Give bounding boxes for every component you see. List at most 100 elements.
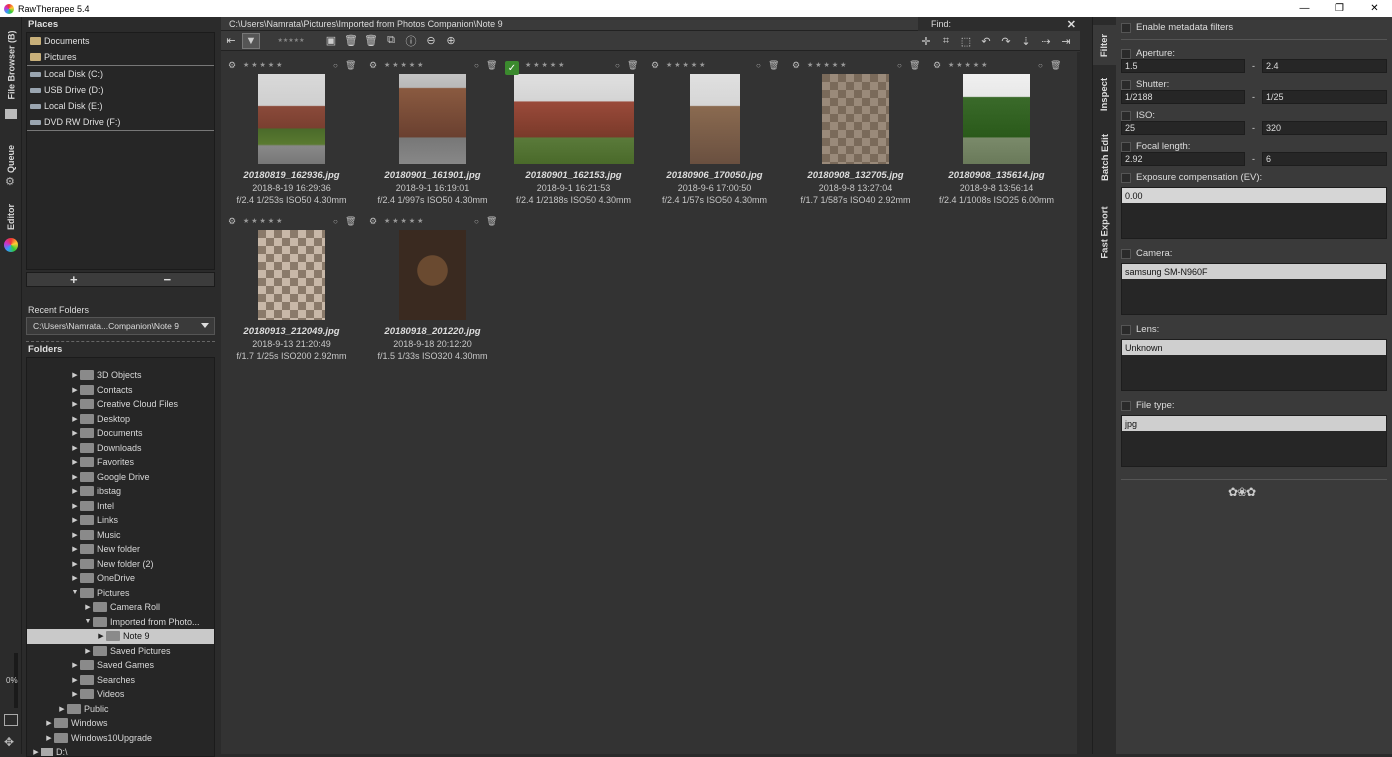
folder-tree-item[interactable]: ▶ ibstag — [27, 484, 214, 499]
shutter-to-field[interactable]: 1/25 — [1262, 90, 1387, 104]
settings-icon[interactable]: ⚙ — [228, 60, 236, 71]
camera-value[interactable]: samsung SM-N960F — [1122, 264, 1386, 279]
thumbnail-image[interactable] — [258, 74, 325, 164]
lens-checkbox[interactable] — [1121, 324, 1131, 335]
collapsed-arrow-icon[interactable]: ▶ — [70, 676, 80, 684]
collapse-right-icon[interactable]: ⇥ — [1057, 33, 1075, 49]
iso-to-field[interactable]: 320 — [1262, 121, 1387, 135]
drive-d[interactable]: USB Drive (D:) — [27, 82, 214, 98]
recent-folders-select[interactable]: C:\Users\Namrata...Companion\Note 9 — [26, 317, 215, 335]
expanded-arrow-icon[interactable]: ▼ — [83, 618, 93, 625]
collapsed-arrow-icon[interactable]: ▶ — [70, 560, 80, 568]
thumbnail[interactable]: ⚙ ★★★★★ ○ 🗑 20180918_201220.jpg 2018-9-18 20:… — [362, 215, 503, 370]
collapsed-arrow-icon[interactable]: ▶ — [70, 415, 80, 423]
collapsed-arrow-icon[interactable]: ▶ — [96, 632, 106, 640]
rating-stars[interactable]: ★★★★★ — [243, 61, 284, 69]
console-icon[interactable] — [4, 714, 18, 726]
thumbnail[interactable]: ⚙ ★★★★★ ○ 🗑 20180906_170050.jpg 2018-9-6 17:0… — [644, 59, 785, 214]
color-label-icon[interactable]: ○ — [756, 61, 761, 70]
trash-show-icon[interactable]: 🗑 — [362, 33, 380, 49]
folder-tree-item[interactable]: ▼ Imported from Photo... — [27, 615, 214, 630]
collapsed-arrow-icon[interactable]: ▶ — [70, 574, 80, 582]
folder-tree-item[interactable]: ▶ Camera Roll — [27, 600, 214, 615]
tab-file-browser[interactable]: File Browser (B) — [0, 25, 22, 105]
settings-icon[interactable]: ⚙ — [792, 60, 800, 71]
trash-icon[interactable]: 🗑 — [345, 216, 356, 227]
focal-length-checkbox[interactable] — [1121, 141, 1131, 152]
trash-icon[interactable]: 🗑 — [486, 216, 497, 227]
settings-icon[interactable]: ⚙ — [933, 60, 941, 71]
drive-c[interactable]: Local Disk (C:) — [27, 66, 214, 82]
folder-tree-item[interactable]: ▶ Favorites — [27, 455, 214, 470]
editor-color-wheel-icon[interactable] — [4, 238, 18, 252]
iso-checkbox[interactable] — [1121, 110, 1131, 121]
folder-tree-item[interactable]: ▶ Music — [27, 528, 214, 543]
folder-tree-item[interactable]: ▶ Windows10Upgrade — [27, 731, 214, 746]
exposure-value[interactable]: 0.00 — [1122, 188, 1386, 203]
rating-stars[interactable]: ★★★★★ — [384, 61, 425, 69]
find-close-icon[interactable]: ✕ — [1067, 18, 1076, 31]
crosshair-icon[interactable]: ✛ — [917, 33, 935, 49]
collapsed-arrow-icon[interactable]: ▶ — [70, 545, 80, 553]
crop-icon[interactable]: ⌗ — [937, 33, 955, 49]
tab-fast-export[interactable]: Fast Export — [1093, 197, 1117, 267]
collapsed-arrow-icon[interactable]: ▶ — [70, 502, 80, 510]
trash-icon[interactable]: 🗑 — [486, 60, 497, 71]
file-type-list[interactable]: jpg — [1121, 415, 1387, 467]
rating-filter-stars[interactable]: ★★★★★ — [262, 33, 320, 49]
collapsed-arrow-icon[interactable]: ▶ — [31, 748, 41, 756]
collapsed-arrow-icon[interactable]: ▶ — [44, 719, 54, 727]
folder-tree-item[interactable]: ▶ Saved Pictures — [27, 644, 214, 659]
tab-batch-edit[interactable]: Batch Edit — [1093, 127, 1117, 187]
find-bar[interactable]: Find: ✕ — [918, 17, 1080, 31]
aperture-to-field[interactable]: 2.4 — [1262, 59, 1387, 73]
tab-filter[interactable]: Filter — [1093, 25, 1117, 65]
exposure-list[interactable]: 0.00 — [1121, 187, 1387, 239]
folder-tree-item[interactable]: ▶ New folder — [27, 542, 214, 557]
folder-tree-item[interactable]: ▶ Searches — [27, 673, 214, 688]
focal-to-field[interactable]: 6 — [1262, 152, 1387, 166]
aperture-from-field[interactable]: 1.5 — [1121, 59, 1245, 73]
thumbnail[interactable]: ⚙★★★★★○🗑✓20180901_162153.jpg2018-9-1 16:… — [503, 59, 644, 214]
add-place-button[interactable]: + — [27, 272, 121, 287]
color-label-icon[interactable]: ○ — [333, 217, 338, 226]
thumbnail-image[interactable] — [822, 74, 889, 164]
collapsed-arrow-icon[interactable]: ▶ — [70, 690, 80, 698]
collapsed-arrow-icon[interactable]: ▶ — [70, 371, 80, 379]
rotate-right-icon[interactable]: ↷ — [997, 33, 1015, 49]
scrollbar[interactable] — [1077, 52, 1080, 754]
folder-tree-item[interactable]: ▶ Videos — [27, 687, 214, 702]
trash-icon[interactable]: 🗑 — [1050, 60, 1061, 71]
file-type-value[interactable]: jpg — [1122, 416, 1386, 431]
folder-tree-item[interactable]: ▶ Windows — [27, 716, 214, 731]
copy-icon[interactable]: ⧉ — [382, 33, 400, 49]
collapsed-arrow-icon[interactable]: ▶ — [70, 429, 80, 437]
collapsed-arrow-icon[interactable]: ▶ — [70, 386, 80, 394]
folder-tree-item[interactable]: ▶ Public — [27, 702, 214, 717]
rating-stars[interactable]: ★★★★★ — [525, 61, 566, 69]
trash-filter-icon[interactable]: 🗑 — [342, 33, 360, 49]
thumbnail[interactable]: ⚙ ★★★★★ ○ 🗑 20180819_162936.jpg 2018-8-19 16:… — [221, 59, 362, 214]
settings-icon[interactable]: ⚙ — [369, 60, 377, 71]
thumbnail-image[interactable] — [258, 230, 325, 320]
transform-icon[interactable]: ⬚ — [957, 33, 975, 49]
folder-tree-item[interactable]: ▶ 3D Objects — [27, 368, 214, 383]
thumbnail-image[interactable] — [689, 74, 740, 164]
minimize-button[interactable]: — — [1287, 0, 1322, 17]
lens-value[interactable]: Unknown — [1122, 340, 1386, 355]
color-label-icon[interactable]: ○ — [474, 61, 479, 70]
tab-editor[interactable]: Editor — [0, 197, 22, 237]
collapsed-arrow-icon[interactable]: ▶ — [70, 444, 80, 452]
rating-stars[interactable]: ★★★★★ — [666, 61, 707, 69]
folder-tree-item[interactable]: ▶ Documents — [27, 426, 214, 441]
trash-icon[interactable]: 🗑 — [627, 60, 638, 71]
folder-tree-item[interactable]: ▼ Pictures — [27, 586, 214, 601]
lens-list[interactable]: Unknown — [1121, 339, 1387, 391]
color-label-icon[interactable]: ○ — [1038, 61, 1043, 70]
file-browser-icon[interactable] — [5, 109, 17, 119]
thumbnail[interactable]: ⚙ ★★★★★ ○ 🗑 20180908_132705.jpg 2018-9-8 13:2… — [785, 59, 926, 214]
thumbnail-image[interactable] — [399, 74, 466, 164]
collapsed-arrow-icon[interactable]: ▶ — [44, 734, 54, 742]
collapsed-arrow-icon[interactable]: ▶ — [57, 705, 67, 713]
thumbnail[interactable]: ⚙ ★★★★★ ○ 🗑 20180908_135614.jpg 2018-9-8 13:5… — [926, 59, 1067, 214]
